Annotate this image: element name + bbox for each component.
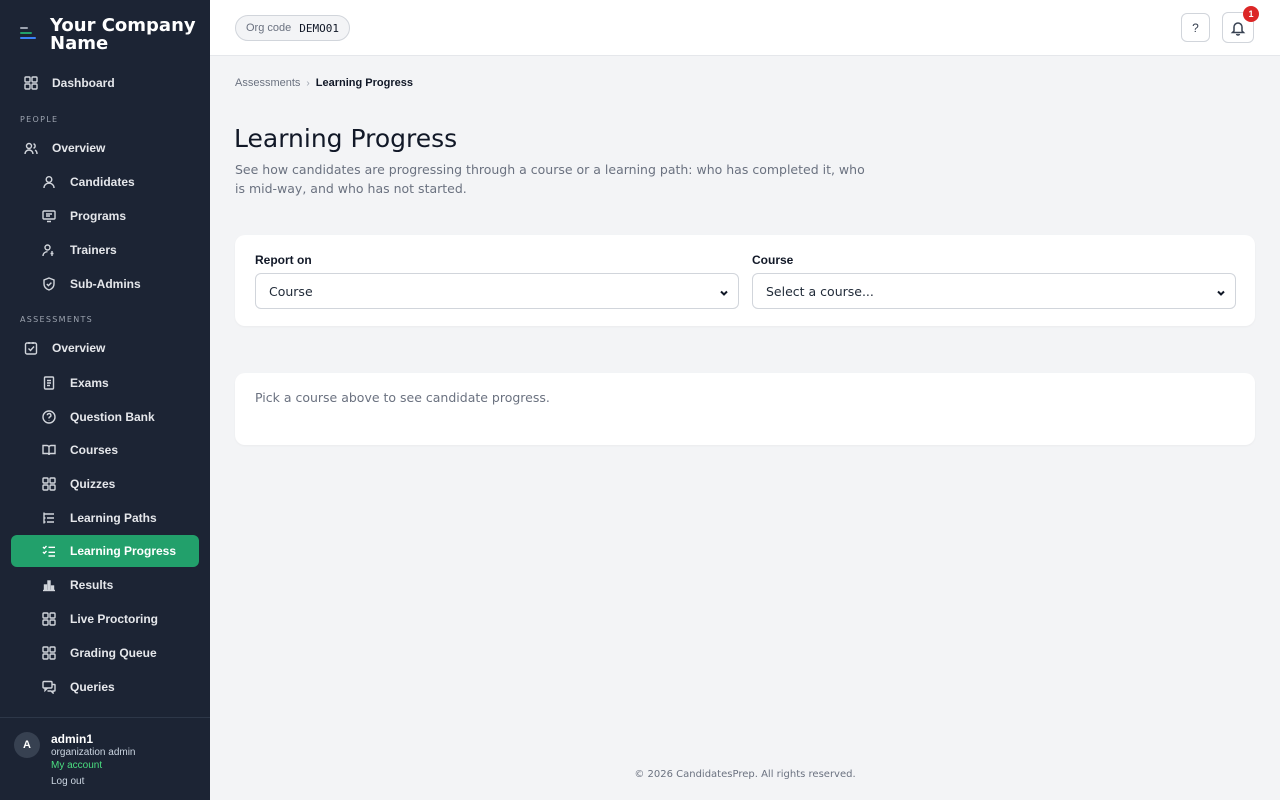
sidebar-item-results[interactable]: Results [11, 569, 199, 601]
sidebar-item-label: Programs [70, 209, 127, 223]
sidebar-item-quizzes[interactable]: Quizzes [11, 468, 199, 500]
org-code-pill: Org code DEMO01 [235, 15, 350, 41]
sidebar-item-question-bank[interactable]: Question Bank [11, 401, 199, 433]
chat-bubbles-icon [42, 680, 56, 694]
sidebar-item-label: Sub-Admins [70, 277, 141, 291]
breadcrumb-current: Learning Progress [315, 77, 413, 89]
sidebar-item-courses[interactable]: Courses [11, 434, 199, 466]
brand-name: Your Company Name [50, 15, 196, 54]
brand[interactable]: Your Company Name [20, 17, 200, 53]
user-panel: A admin1 organization admin My account L… [0, 717, 210, 800]
org-code-label: Org code [246, 22, 292, 34]
sidebar-item-dashboard[interactable]: Dashboard [11, 67, 199, 99]
page-footer: © 2026 CandidatesPrep. All rights reserv… [634, 769, 856, 780]
sidebar-item-label: Trainers [70, 243, 117, 257]
grid-icon [42, 646, 56, 660]
sidebar-item-trainers[interactable]: Trainers [11, 234, 199, 266]
monitor-icon [42, 209, 56, 223]
avatar[interactable]: A [14, 732, 40, 758]
section-label-people: PEOPLE [20, 115, 59, 124]
sidebar-item-label: Learning Paths [70, 511, 157, 525]
section-label-assessments: ASSESSMENTS [20, 315, 94, 324]
grid-icon [42, 477, 56, 491]
my-account-link[interactable]: My account [51, 760, 102, 771]
results-card: Pick a course above to see candidate pro… [235, 373, 1255, 445]
sidebar-item-learning-progress[interactable]: Learning Progress [11, 535, 199, 567]
sidebar-item-people-overview[interactable]: Overview [11, 132, 199, 164]
filters-card: Report on Course Course Select a course.… [235, 235, 1255, 326]
sidebar-item-label: Exams [70, 376, 109, 390]
sidebar-item-label: Quizzes [70, 477, 116, 491]
brand-logo-icon [20, 27, 36, 41]
course-select-placeholder: Select a course... [766, 283, 874, 299]
report-on-select[interactable]: Course [255, 273, 739, 309]
sidebar-item-label: Queries [70, 680, 115, 694]
sidebar-item-label: Overview [52, 341, 106, 355]
breadcrumb: Assessments › Learning Progress [235, 77, 413, 89]
user-role: organization admin [51, 747, 136, 758]
sidebar-item-assessments-overview[interactable]: Overview [11, 332, 199, 364]
chevron-down-icon [1216, 286, 1226, 296]
sidebar-item-candidates[interactable]: Candidates [11, 166, 199, 198]
grid-icon [24, 76, 38, 90]
sidebar-item-grading-queue[interactable]: Grading Queue [11, 637, 199, 669]
breadcrumb-separator: › [306, 77, 310, 89]
document-icon [42, 376, 56, 390]
sidebar-item-label: Question Bank [70, 410, 155, 424]
notification-count-badge: 1 [1243, 6, 1259, 22]
sidebar-item-live-proctoring[interactable]: Live Proctoring [11, 603, 199, 635]
sidebar-item-label: Live Proctoring [70, 612, 159, 626]
sidebar-item-exams[interactable]: Exams [11, 367, 199, 399]
page-description: See how candidates are progressing throu… [235, 162, 865, 196]
chevron-down-icon [719, 286, 729, 296]
sidebar-item-label: Courses [70, 443, 119, 457]
report-on-value: Course [269, 283, 313, 299]
report-on-label: Report on [255, 253, 312, 267]
sidebar-item-learning-paths[interactable]: Learning Paths [11, 502, 199, 534]
sidebar-item-queries[interactable]: Queries [11, 671, 199, 703]
help-circle-icon [42, 410, 56, 424]
bell-icon [1230, 20, 1246, 36]
user-name: admin1 [51, 732, 94, 746]
course-label: Course [752, 253, 794, 267]
sidebar-item-label: Candidates [70, 175, 135, 189]
grid-icon [42, 612, 56, 626]
sidebar: Your Company Name Dashboard PEOPLE Overv… [0, 0, 210, 800]
logout-link[interactable]: Log out [51, 776, 84, 787]
empty-state-message: Pick a course above to see candidate pro… [255, 390, 550, 405]
list-tree-icon [42, 511, 56, 525]
checkbox-icon [24, 341, 38, 355]
sidebar-item-label: Results [70, 578, 114, 592]
page-title: Learning Progress [234, 124, 458, 153]
user-icon [42, 175, 56, 189]
help-button[interactable]: ? [1181, 13, 1210, 42]
topbar: Org code DEMO01 ? 1 [210, 0, 1280, 56]
breadcrumb-assessments-link[interactable]: Assessments [235, 77, 300, 89]
users-icon [24, 141, 38, 155]
book-open-icon [42, 443, 56, 457]
course-select[interactable]: Select a course... [752, 273, 1236, 309]
bar-chart-icon [42, 578, 56, 592]
sidebar-item-label: Overview [52, 141, 106, 155]
sidebar-item-label: Learning Progress [70, 544, 177, 558]
list-checks-icon [42, 544, 56, 558]
shield-icon [42, 277, 56, 291]
user-key-icon [42, 243, 56, 257]
sidebar-item-label: Dashboard [52, 76, 115, 90]
sidebar-item-label: Grading Queue [70, 646, 157, 660]
sidebar-item-sub-admins[interactable]: Sub-Admins [11, 268, 199, 300]
sidebar-item-programs[interactable]: Programs [11, 200, 199, 232]
org-code-value: DEMO01 [299, 21, 339, 35]
